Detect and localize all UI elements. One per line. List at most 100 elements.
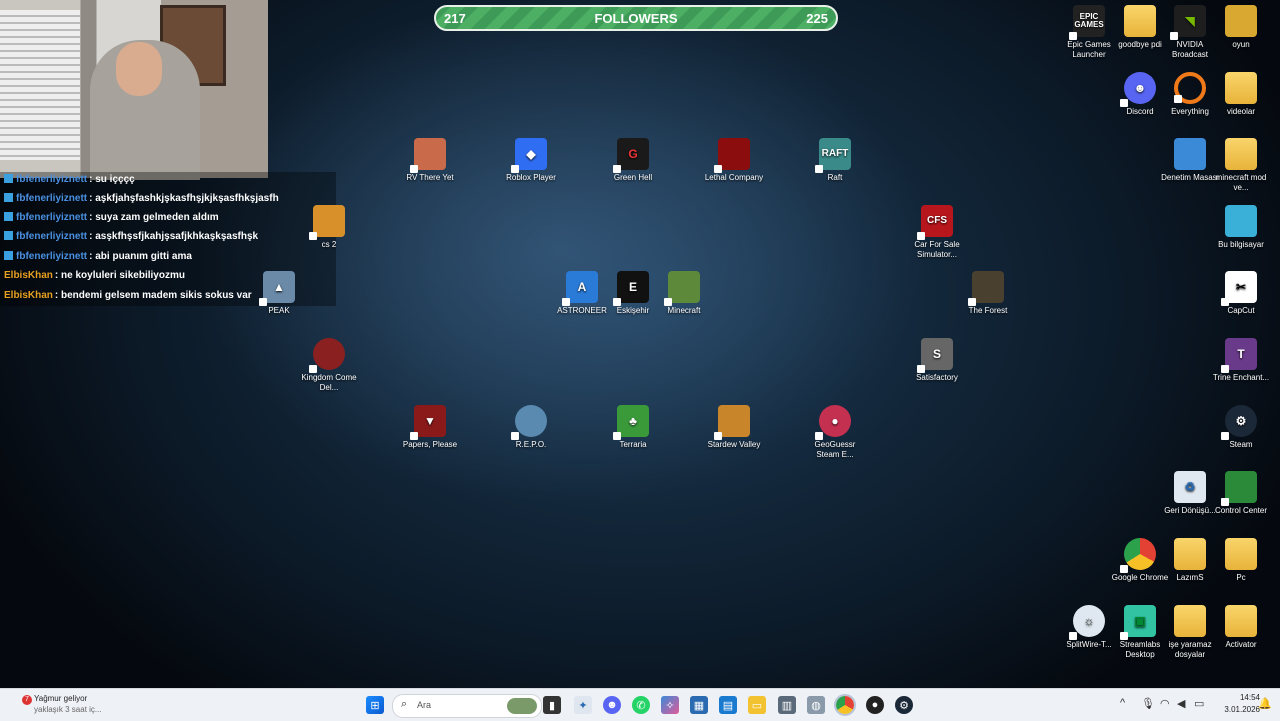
steam-icon: ⚙ [1221,405,1257,440]
chat-badge-icon [4,174,13,183]
desktop-icon-lethal-company[interactable]: Lethal Company [704,138,764,183]
start-button[interactable]: ⊞ [366,696,384,714]
steam-taskbar-icon[interactable]: ⚙ [895,696,913,714]
file-explorer-icon[interactable]: ▭ [748,696,766,714]
clock-date[interactable]: 3.01.2026 [1214,705,1260,714]
lethal-company-icon [714,138,750,173]
task-view-icon[interactable]: ▮ [543,696,561,714]
desktop-icon-green-hell[interactable]: G Green Hell [603,138,663,183]
chat-message: ElbisKhan: bendemi gelsem madem sikis so… [4,290,252,301]
the-forest-icon [968,271,1004,306]
volume-icon[interactable]: ◀ [1177,697,1185,710]
follower-goal: 225 [806,11,828,26]
obs-icon[interactable]: ● [866,696,884,714]
raft-icon: RAFT [815,138,851,173]
cs2-icon [309,205,345,240]
desktop-icon-cs2[interactable]: cs 2 [299,205,359,250]
chat-message: fbfenerliyiznett: asşkfhşsfjkahjşsafjkhk… [4,231,258,242]
desktop-icon-pc[interactable]: Pc [1211,538,1271,583]
copilot-icon[interactable]: ✧ [661,696,679,714]
desktop-icon-geoguessr[interactable]: ● GeoGuessr Steam E... [805,405,865,460]
desktop-icon-trine[interactable]: T Trine Enchant... [1211,338,1271,383]
desktop-icon-minecraft[interactable]: Minecraft [654,271,714,316]
mouse-app-icon[interactable]: ◍ [807,696,825,714]
desktop-icon-papers-please[interactable]: ▼ Papers, Please [400,405,460,450]
weather-icon: 7 [22,695,32,705]
search-placeholder: Ara [417,700,432,710]
desktop-icon-rv-there-yet[interactable]: RV There Yet [400,138,460,183]
window-blinds [0,10,80,160]
desktop-icon-the-forest[interactable]: The Forest [958,271,1018,316]
desktop-icon-roblox[interactable]: ◆ Roblox Player [501,138,561,183]
desktop-icon-stardew-valley[interactable]: Stardew Valley [704,405,764,450]
chrome-icon [1120,538,1156,573]
peak-icon: ▲ [259,271,295,306]
calculator-icon[interactable]: ▥ [778,696,796,714]
photos-icon[interactable]: ▤ [719,696,737,714]
desktop-icon-raft[interactable]: RAFT Raft [805,138,865,183]
trine-icon: T [1221,338,1257,373]
widgets-icon[interactable]: ✦ [574,696,592,714]
desktop-icon-car-for-sale[interactable]: CFS Car For Sale Simulator... [907,205,967,260]
desktop-icon-minecraft-mod[interactable]: minecraft mod ve... [1211,138,1271,193]
nvidia-broadcast-icon: ◥ [1170,5,1206,40]
desktop-icon-oyun[interactable]: oyun [1211,5,1271,50]
papers-please-icon: ▼ [410,405,446,440]
search-icon: ⌕ [401,698,408,710]
desktop-icon-kingdom-come[interactable]: Kingdom Come Del... [299,338,359,393]
desktop-icon-capcut[interactable]: ✂ CapCut [1211,271,1271,316]
chrome-taskbar-icon[interactable] [834,694,856,716]
battery-icon[interactable]: ▭ [1194,697,1204,710]
eskisehir-icon: E [613,271,649,306]
chat-message: fbfenerliyiznett: suya zam gelmeden aldı… [4,212,219,223]
discord-taskbar-icon[interactable]: ☻ [603,696,621,714]
chat-message: fbfenerliyiznett: su içççç [4,174,135,185]
chat-badge-icon [4,251,13,260]
wifi-icon[interactable]: ◠ [1160,697,1170,710]
rv-there-yet-icon [410,138,446,173]
desktop-icon-repo[interactable]: R.E.P.O. [501,405,561,450]
follower-label: FOLLOWERS [594,11,678,26]
folder-icon [1174,538,1206,570]
store-icon[interactable]: ▦ [690,696,708,714]
desktop-icon-bu-bilgisayar[interactable]: Bu bilgisayar [1211,205,1271,250]
weather-widget[interactable]: 7 Yağmur geliyor yaklaşık 3 saat iç... [18,693,128,719]
minecraft-icon [664,271,700,306]
whatsapp-icon[interactable]: ✆ [632,696,650,714]
search-highlight-icon [507,698,537,714]
splitwire-icon: ☼ [1069,605,1105,640]
streamer-head [116,42,162,96]
microphone-icon[interactable]: 🎙 [1141,697,1155,710]
epic-games-icon: EPIC GAMES [1069,5,1105,40]
desktop-icon-control-center[interactable]: Control Center [1211,471,1271,516]
terraria-icon: ♣ [613,405,649,440]
folder-icon [1225,138,1257,170]
desktop-icon-videolar[interactable]: videolar [1211,72,1271,117]
weather-subtitle: yaklaşık 3 saat iç... [34,705,102,714]
desktop-icon-peak[interactable]: ▲ PEAK [249,271,309,316]
tray-overflow-icon[interactable]: ^ [1120,697,1125,709]
capcut-icon: ✂ [1221,271,1257,306]
chat-badge-icon [4,231,13,240]
kingdom-come-icon [309,338,345,373]
desktop-icon-terraria[interactable]: ♣ Terraria [603,405,663,450]
webcam-overlay [0,0,268,180]
clock-time[interactable]: 14:54 [1224,693,1260,702]
taskbar: 7 Yağmur geliyor yaklaşık 3 saat iç... ⊞… [0,688,1280,721]
control-center-icon [1221,471,1257,506]
notification-icon[interactable]: 🔔 [1258,697,1272,710]
control-panel-icon [1174,138,1206,170]
desktop-icon-satisfactory[interactable]: S Satisfactory [907,338,967,383]
search-box[interactable]: ⌕ Ara [392,694,542,718]
stardew-valley-icon [714,405,750,440]
weather-title: Yağmur geliyor [34,694,88,703]
chat-badge-icon [4,212,13,221]
desktop-icon-steam[interactable]: ⚙ Steam [1211,405,1271,450]
chat-message: ElbisKhan: ne koyluleri sikebiliyozmu [4,270,185,281]
folder-icon [1124,5,1156,37]
astroneer-icon: A [562,271,598,306]
follower-goal-bar: 217 FOLLOWERS 225 [434,5,838,31]
green-hell-icon: G [613,138,649,173]
desktop-icon-activator[interactable]: Activator [1211,605,1271,650]
streamlabs-icon: ▣ [1120,605,1156,640]
